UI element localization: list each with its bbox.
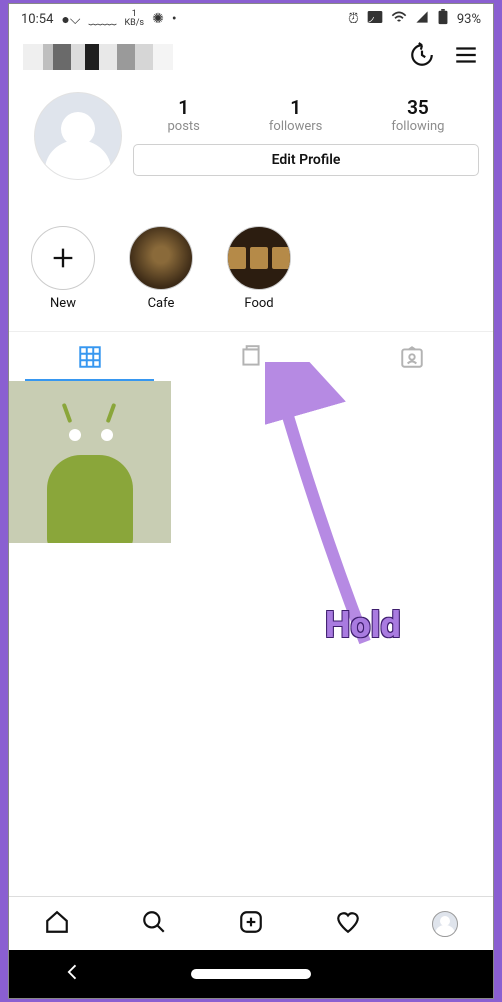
battery-icon (437, 9, 449, 29)
network-speed-indicator: 1 KB/s (124, 10, 144, 28)
menu-icon[interactable] (453, 42, 479, 72)
alarm-icon: ⏰︎ (348, 11, 359, 27)
following-count: 35 (391, 96, 444, 119)
nav-create[interactable] (238, 909, 264, 939)
feed-icon (238, 344, 264, 370)
posts-label: posts (168, 119, 200, 134)
bottom-nav (9, 896, 493, 950)
back-icon (63, 962, 83, 982)
bulb-icon: ●⌵ (61, 11, 80, 28)
android-status-bar: 10:54 ●⌵ ﹏﹏ 1 KB/s ✺ • ⏰︎ 93% (9, 4, 493, 34)
tab-feed[interactable] (170, 332, 331, 381)
edit-profile-button[interactable]: Edit Profile (133, 144, 479, 176)
username-pixelated[interactable] (23, 44, 173, 70)
phone-frame: 10:54 ●⌵ ﹏﹏ 1 KB/s ✺ • ⏰︎ 93% (8, 3, 494, 999)
highlight-cafe-label: Cafe (148, 296, 175, 311)
followers-count: 1 (269, 96, 322, 119)
cast-icon (367, 10, 383, 28)
tab-tagged[interactable] (332, 332, 493, 381)
highlight-new[interactable]: New (29, 226, 97, 311)
wifi-icon (391, 10, 407, 28)
cell-signal-icon (415, 10, 429, 28)
highlight-cafe-thumb (129, 226, 193, 290)
post-thumbnail[interactable] (9, 381, 171, 543)
profile-header (9, 34, 493, 80)
following-stat[interactable]: 35 following (391, 96, 444, 134)
posts-stat[interactable]: 1 posts (168, 96, 200, 134)
nav-activity[interactable] (335, 909, 361, 939)
profile-info-section: 1 posts 1 followers 35 following Edit Pr… (9, 80, 493, 186)
tab-grid[interactable] (9, 332, 170, 381)
posts-grid[interactable] (9, 381, 493, 896)
create-icon (238, 909, 264, 935)
highlight-food-thumb (227, 226, 291, 290)
moustache-icon: ﹏﹏ (88, 9, 116, 29)
tagged-icon (399, 344, 425, 370)
nav-search[interactable] (141, 909, 167, 939)
search-icon (141, 909, 167, 935)
profile-avatar[interactable] (34, 92, 122, 180)
annotation-label: Hold (325, 604, 401, 646)
battery-percentage: 93% (457, 12, 481, 27)
highlight-new-label: New (50, 296, 76, 311)
home-icon (44, 909, 70, 935)
dot-icon: • (172, 11, 177, 27)
aperture-icon: ✺ (152, 11, 164, 27)
highlight-food-label: Food (244, 296, 273, 311)
highlights-tray[interactable]: New Cafe Food (9, 186, 493, 321)
highlight-food[interactable]: Food (225, 226, 293, 311)
status-time: 10:54 (21, 12, 53, 27)
followers-stat[interactable]: 1 followers (269, 96, 322, 134)
following-label: following (391, 119, 444, 134)
profile-avatar-icon (432, 911, 458, 937)
home-pill-icon (191, 969, 311, 979)
sys-home-button[interactable] (191, 969, 311, 979)
plus-icon (31, 226, 95, 290)
posts-count: 1 (168, 96, 200, 119)
grid-icon (77, 344, 103, 370)
highlight-cafe[interactable]: Cafe (127, 226, 195, 311)
sys-back-button[interactable] (63, 962, 83, 986)
android-nav-bar (9, 950, 493, 998)
nav-home[interactable] (44, 909, 70, 939)
heart-icon (335, 909, 361, 935)
followers-label: followers (269, 119, 322, 134)
nav-profile[interactable] (432, 911, 458, 937)
archive-icon[interactable] (409, 42, 435, 72)
profile-content-tabs (9, 331, 493, 381)
